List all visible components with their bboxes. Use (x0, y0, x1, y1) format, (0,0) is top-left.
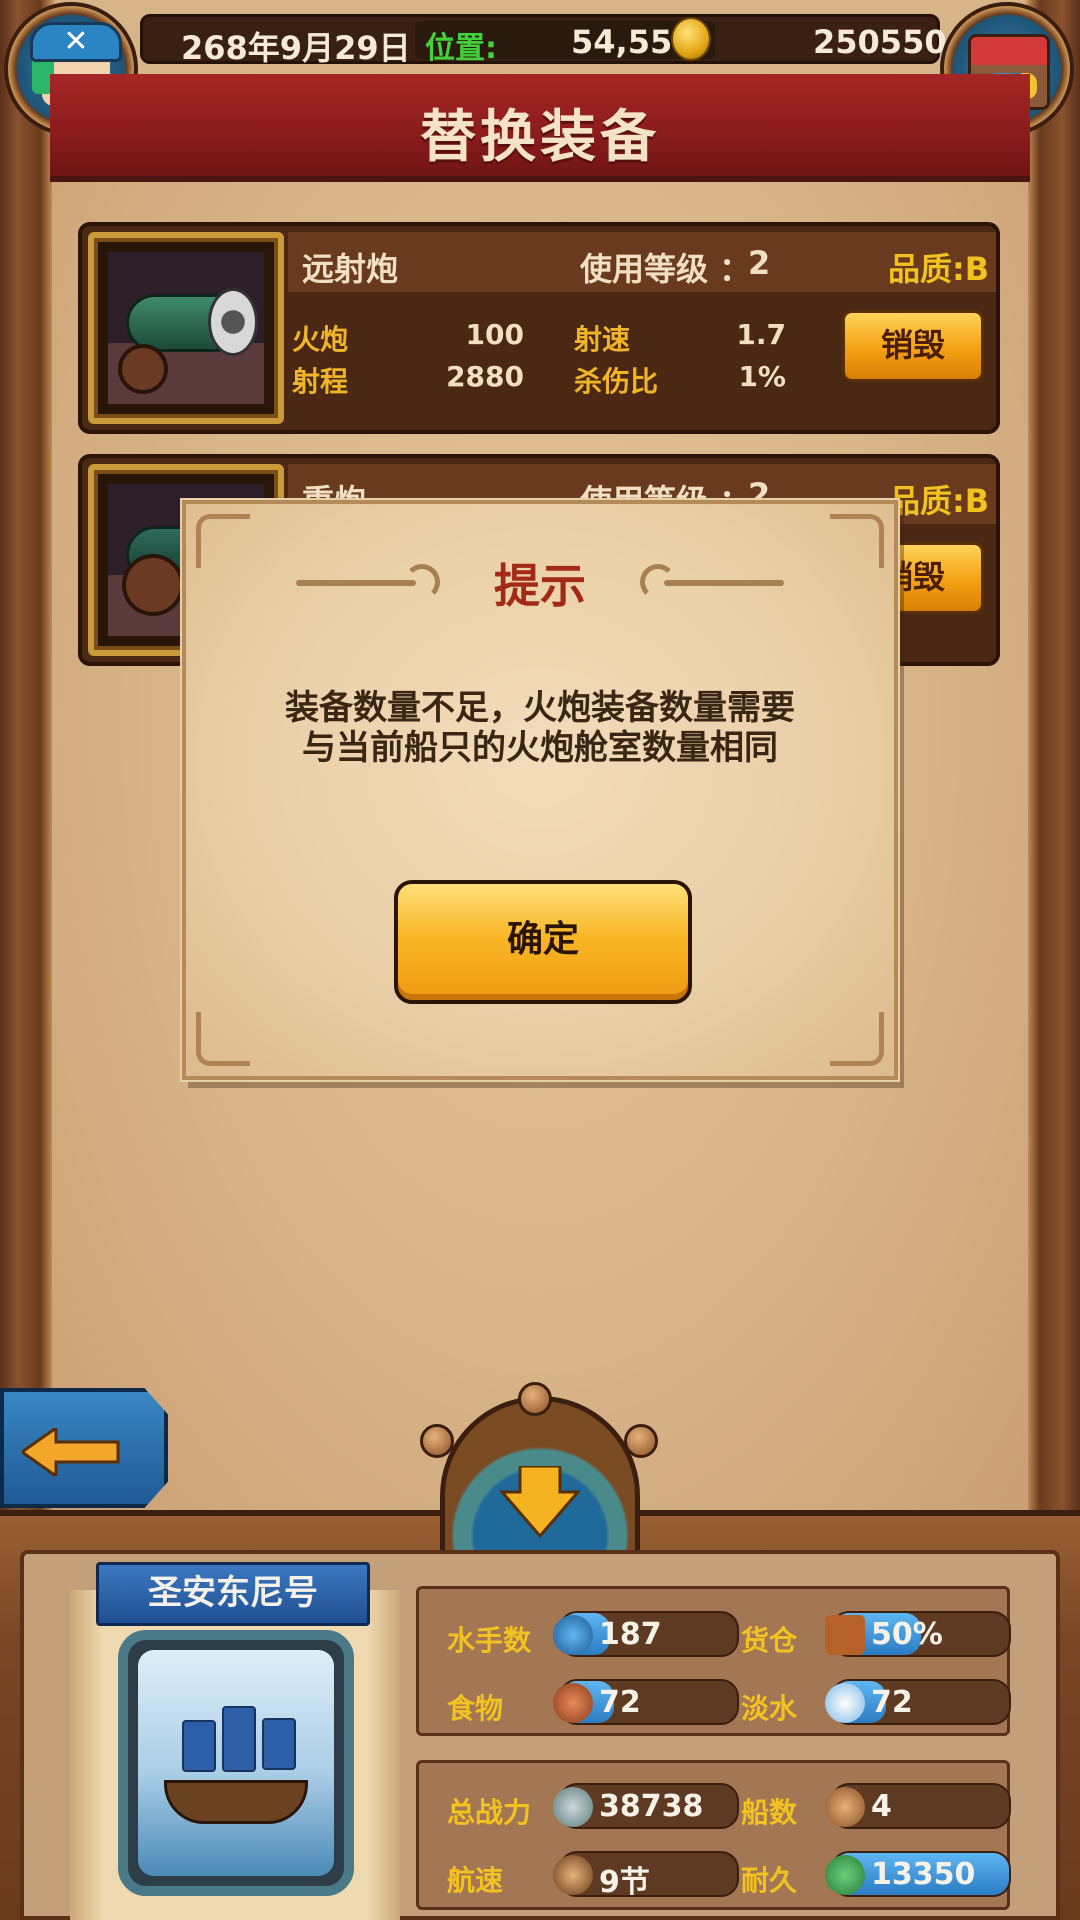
ship-count-icon (825, 1787, 865, 1827)
ship-sail (222, 1706, 256, 1772)
dialog-message-line: 装备数量不足，火炮装备数量需要 (285, 688, 795, 728)
title-banner: 替换装备 (50, 74, 1030, 182)
alert-dialog: 提示 装备数量不足，火炮装备数量需要 与当前船只的火炮舱室数量相同 确定 (182, 500, 898, 1080)
equipment-name: 远射炮 (302, 250, 399, 288)
cannon-wheel (118, 344, 168, 394)
sailboat-icon (553, 1855, 593, 1895)
durability-bar: 13350 (825, 1851, 1011, 1897)
stat-value-kill-ratio: 1% (738, 360, 786, 393)
durability-value: 13350 (871, 1857, 976, 1892)
game-date: 268年9月29日 (181, 29, 411, 67)
cannon-wheel (122, 554, 184, 616)
dialog-corner-ornament (830, 1012, 884, 1066)
back-arrow-icon (22, 1428, 120, 1476)
position-label: 位置: (425, 31, 497, 66)
water-value: 72 (871, 1685, 913, 1720)
stat-label-firepower: 火炮 (292, 323, 349, 356)
sailors-label: 水手数 (447, 1624, 532, 1657)
power-label: 总战力 (447, 1796, 532, 1829)
speed-bar: 9节 (553, 1851, 739, 1900)
power-bar: 38738 (553, 1783, 739, 1829)
cannon-mouth (208, 288, 258, 356)
back-button[interactable] (0, 1388, 168, 1508)
ship-sail (182, 1720, 216, 1772)
ship-wheel-icon (825, 1855, 865, 1895)
collapse-panel-icon[interactable] (500, 1466, 580, 1538)
water-bar: 72 (825, 1679, 1011, 1725)
durability-label: 耐久 (741, 1864, 798, 1897)
dialog-title: 提示 (494, 559, 586, 613)
pirate-hat-icon: ✕ (30, 22, 122, 62)
food-label: 食物 (447, 1692, 504, 1725)
helm-knob (420, 1424, 454, 1458)
ship-portrait-frame[interactable] (118, 1630, 354, 1896)
ship-hull (164, 1780, 308, 1824)
stat-label-fire-rate: 射速 (574, 323, 631, 356)
equipment-card[interactable]: 远射炮 使用等级 ： 2 品质:B 火炮 100 射速 1.7 射程 2880 … (78, 222, 1000, 434)
stat-value-range: 2880 (446, 360, 524, 393)
speed-label: 航速 (447, 1864, 504, 1897)
position-value: 54,55 (571, 23, 673, 61)
ship-name: 圣安东尼号 (96, 1562, 370, 1626)
skull-crossbones-icon (553, 1787, 593, 1827)
meat-icon (553, 1683, 593, 1723)
stat-value-fire-rate: 1.7 (736, 318, 786, 351)
food-bar: 72 (553, 1679, 739, 1725)
sailors-value: 187 (599, 1617, 662, 1652)
cargo-value: 50% (871, 1617, 943, 1652)
ship-combat-box: 总战力 38738 船数 4 航速 9节 耐久 13350 (416, 1760, 1011, 1910)
level-value: 2 (748, 244, 771, 282)
food-value: 72 (599, 1685, 641, 1720)
stat-label-kill-ratio: 杀伤比 (574, 365, 659, 398)
ship-portrait (138, 1650, 334, 1876)
equipment-header: 远射炮 使用等级 ： 2 品质:B (288, 232, 996, 292)
water-label: 淡水 (741, 1692, 798, 1725)
quality-label: 品质:B (888, 482, 990, 520)
quality-label: 品质:B (888, 250, 990, 288)
long-range-cannon-icon (108, 252, 264, 404)
level-label: 使用等级 ： (580, 250, 752, 288)
dialog-message: 装备数量不足，火炮装备数量需要 与当前船只的火炮舱室数量相同 (226, 688, 854, 768)
ship-count-bar: 4 (825, 1783, 1011, 1829)
helm-knob (518, 1382, 552, 1416)
sailor-icon (553, 1615, 593, 1655)
page-title: 替换装备 (420, 105, 660, 170)
confirm-button[interactable]: 确定 (394, 880, 692, 1004)
water-jug-icon (825, 1683, 865, 1723)
ship-supplies-box: 水手数 187 货仓 50% 食物 72 淡水 72 (416, 1586, 1011, 1736)
sailors-bar: 187 (553, 1611, 739, 1657)
gold-coin-icon (671, 17, 711, 61)
ship-sail (262, 1718, 296, 1770)
dialog-message-line: 与当前船只的火炮舱室数量相同 (302, 728, 778, 768)
equipment-thumbnail-frame (88, 232, 284, 424)
stat-label-range: 射程 (292, 365, 349, 398)
cargo-label: 货仓 (741, 1624, 798, 1657)
power-value: 38738 (599, 1789, 704, 1824)
helm-knob (624, 1424, 658, 1458)
cargo-bar: 50% (825, 1611, 1011, 1657)
stat-value-firepower: 100 (465, 318, 524, 351)
speed-value: 9节 (599, 1865, 650, 1900)
ship-count-value: 4 (871, 1789, 892, 1824)
dialog-corner-ornament (196, 1012, 250, 1066)
destroy-button[interactable]: 销毁 (842, 310, 984, 382)
crate-icon (825, 1615, 865, 1655)
ship-count-label: 船数 (741, 1796, 798, 1829)
top-status-bar: 268年9月29日 位置: 54,55 2505501 (140, 14, 969, 67)
